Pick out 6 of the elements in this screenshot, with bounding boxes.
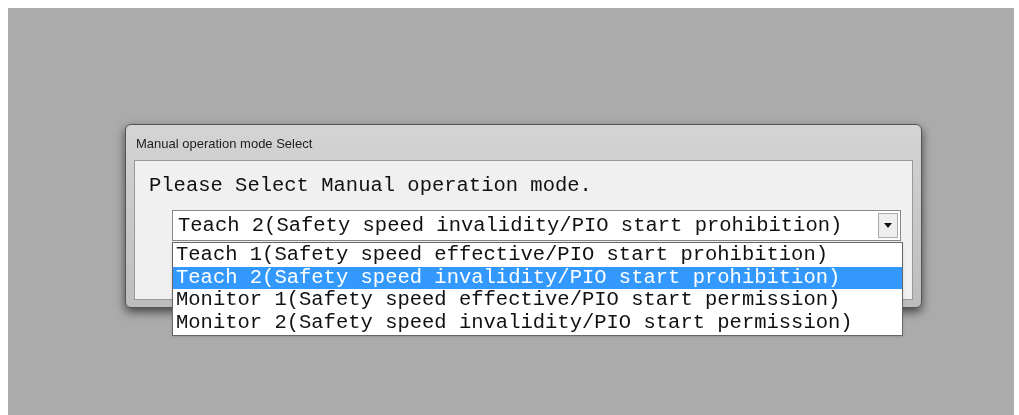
dropdown[interactable]: Teach 2(Safety speed invalidity/PIO start prohibition) xyxy=(172,210,901,241)
dropdown-option[interactable]: Monitor 2(Safety speed invalidity/PIO start permission) xyxy=(173,311,902,334)
dropdown-option[interactable]: Monitor 1(Safety speed effective/PIO start permission) xyxy=(173,289,902,312)
prompt-text: Please Select Manual operation mode. xyxy=(149,174,592,198)
window-title: Manual operation mode Select xyxy=(135,135,314,153)
dropdown-option[interactable]: Teach 1(Safety speed effective/PIO start prohibition) xyxy=(173,244,902,267)
